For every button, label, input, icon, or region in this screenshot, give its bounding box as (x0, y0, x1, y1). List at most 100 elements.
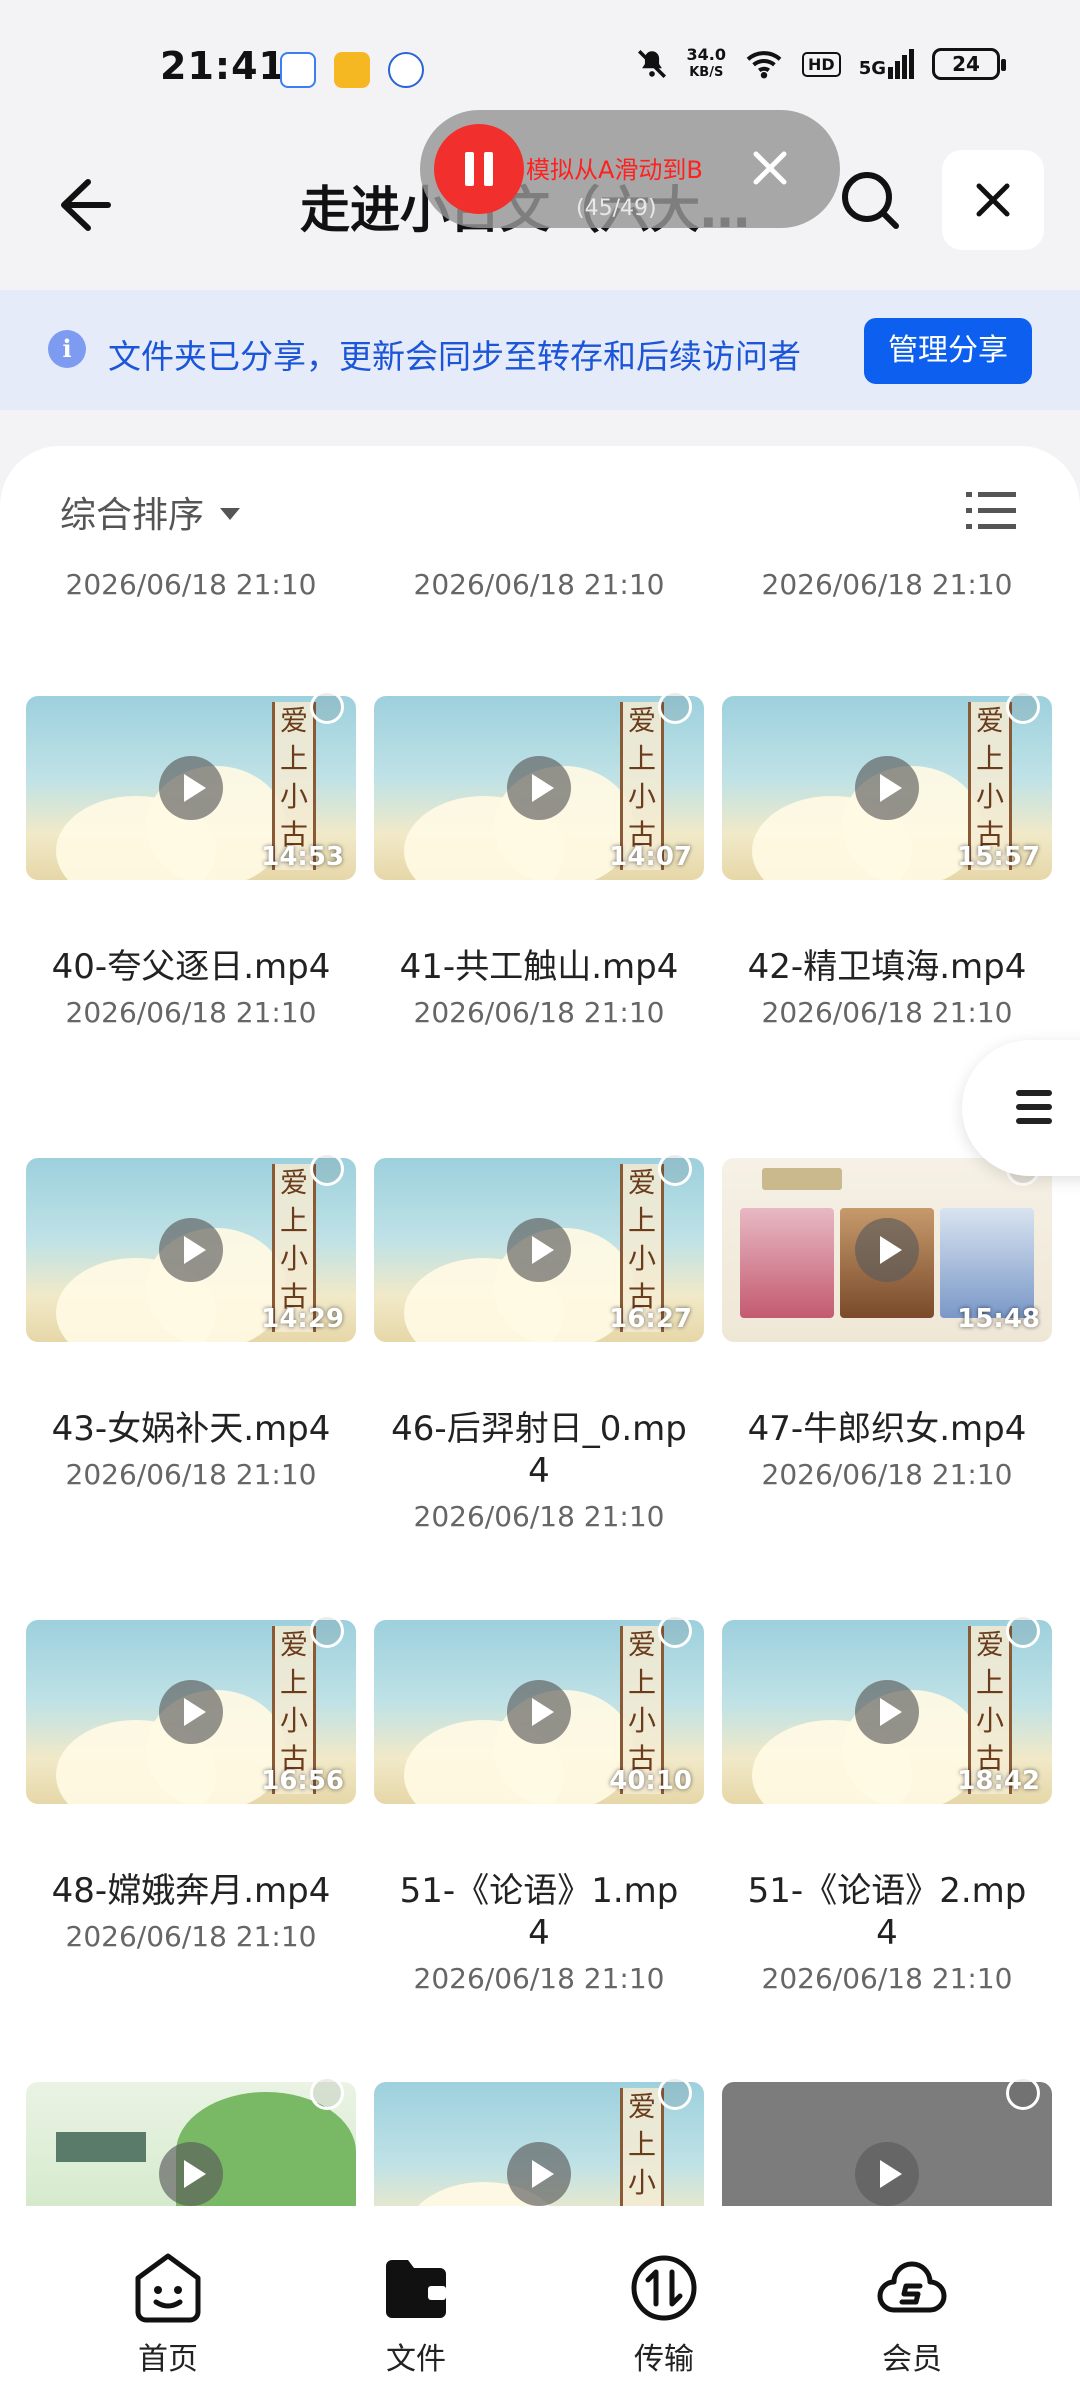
video-thumbnail: 爱上小古 40:10 (374, 1620, 704, 1804)
play-icon (507, 1218, 571, 1282)
bottom-navigation: 首页 文件 传输 会员 (0, 2206, 1080, 2400)
overlay-message: 模拟从A滑动到B (526, 156, 703, 184)
file-date: 2026/06/18 21:10 (65, 1458, 317, 1491)
network-speed-value: 34.0 (686, 45, 727, 64)
video-thumbnail: 爱上小古 14:07 (374, 696, 704, 880)
select-checkbox[interactable] (1006, 2076, 1040, 2110)
hd-badge: HD (802, 51, 841, 77)
select-checkbox[interactable] (658, 2076, 692, 2110)
video-thumbnail: 爱上小古 15:57 (722, 696, 1052, 880)
select-checkbox[interactable] (658, 1614, 692, 1648)
video-duration: 14:29 (261, 1304, 344, 1334)
search-button[interactable] (836, 166, 906, 236)
sort-label: 综合排序 (60, 495, 205, 536)
video-thumbnail: 爱上小古 14:29 (26, 1158, 356, 1342)
file-date: 2026/06/18 21:10 (413, 568, 665, 601)
share-message: 文件夹已分享，更新会同步至转存和后续访问者 (108, 337, 801, 376)
network-speed-unit: KB/S (689, 65, 724, 80)
pause-button[interactable] (434, 124, 524, 214)
video-duration: 16:56 (261, 1766, 344, 1796)
status-indicators: 34.0 KB/S HD 5G 24 (635, 46, 1006, 82)
play-icon (507, 1680, 571, 1744)
file-date: 2026/06/18 21:10 (65, 1920, 317, 1953)
video-duration: 14:53 (261, 842, 344, 872)
thumbnail-title-art: 爱上小古 (620, 2088, 664, 2206)
video-thumbnail (26, 2082, 356, 2206)
select-checkbox[interactable] (1006, 1614, 1040, 1648)
nav-files[interactable]: 文件 (346, 2250, 486, 2378)
signal-label: 5G (858, 58, 886, 79)
close-icon (976, 183, 1010, 217)
video-duration: 40:10 (609, 1766, 692, 1796)
close-button[interactable] (942, 150, 1044, 250)
select-checkbox[interactable] (658, 1152, 692, 1186)
video-thumbnail (722, 2082, 1052, 2206)
file-name: 40-夸父逐日.mp4 (51, 947, 331, 987)
mute-icon (637, 49, 666, 79)
select-checkbox[interactable] (310, 690, 344, 724)
automation-overlay: 模拟从A滑动到B (45/49) (420, 110, 840, 228)
close-icon (753, 151, 787, 185)
nav-label: 传输 (634, 2342, 694, 2377)
search-icon (842, 172, 899, 229)
cloud-vip-icon (877, 2261, 947, 2313)
network-speed: 34.0 KB/S (687, 46, 726, 82)
play-icon (855, 2142, 919, 2206)
file-name: 43-女娲补天.mp4 (51, 1409, 331, 1449)
books-app-icon (334, 52, 370, 88)
select-checkbox[interactable] (310, 1152, 344, 1186)
nav-label: 首页 (138, 2342, 198, 2377)
home-face-icon (135, 2253, 201, 2323)
file-date: 2026/06/18 21:10 (761, 996, 1013, 1029)
video-duration: 16:27 (609, 1304, 692, 1334)
select-checkbox[interactable] (310, 2076, 344, 2110)
video-thumbnail: 爱上小古 16:27 (374, 1158, 704, 1342)
play-icon (159, 756, 223, 820)
video-duration: 15:57 (957, 842, 1040, 872)
play-icon (507, 2142, 571, 2206)
play-icon (159, 1680, 223, 1744)
play-icon (855, 1680, 919, 1744)
arrow-left-icon (61, 179, 111, 231)
play-icon (507, 756, 571, 820)
caret-down-icon (220, 508, 241, 520)
file-name: 51-《论语》2.mp4 (747, 1871, 1027, 1953)
file-name: 46-后羿射日_0.mp4 (391, 1409, 687, 1491)
signal-icon: 5G (859, 49, 914, 79)
file-date: 2026/06/18 21:10 (761, 568, 1013, 601)
file-name: 48-嫦娥奔月.mp4 (51, 1871, 331, 1911)
file-date: 2026/06/18 21:10 (761, 1458, 1013, 1491)
video-thumbnail: 15:48 (722, 1158, 1052, 1342)
list-view-toggle[interactable] (966, 488, 1016, 534)
file-date: 2026/06/18 21:10 (761, 1962, 1013, 1995)
status-time: 21:41 (160, 44, 286, 88)
list-view-icon (966, 492, 1016, 529)
video-thumbnail: 爱上小古 14:53 (26, 696, 356, 880)
overlay-close-button[interactable] (740, 138, 800, 198)
nav-label: 文件 (386, 2342, 446, 2377)
file-name: 42-精卫填海.mp4 (747, 947, 1027, 987)
video-thumbnail: 爱上小古 (374, 2082, 704, 2206)
select-checkbox[interactable] (658, 690, 692, 724)
file-name: 41-共工触山.mp4 (399, 947, 679, 987)
sort-dropdown[interactable]: 综合排序 (60, 486, 241, 538)
folder-icon (386, 2260, 446, 2318)
select-checkbox[interactable] (310, 1614, 344, 1648)
share-banner: i 文件夹已分享，更新会同步至转存和后续访问者 管理分享 (0, 290, 1080, 410)
nav-vip[interactable]: 会员 (842, 2250, 982, 2378)
back-button[interactable] (48, 170, 118, 240)
play-icon (159, 1218, 223, 1282)
nav-transfer[interactable]: 传输 (594, 2250, 734, 2378)
notification-app-icon (280, 52, 316, 88)
select-checkbox[interactable] (1006, 690, 1040, 724)
file-name: 51-《论语》1.mp4 (399, 1871, 679, 1953)
nav-home[interactable]: 首页 (98, 2250, 238, 2378)
video-duration: 14:07 (609, 842, 692, 872)
file-date: 2026/06/18 21:10 (413, 1962, 665, 1995)
status-app-icons (280, 52, 424, 88)
manage-share-button[interactable]: 管理分享 (864, 318, 1032, 384)
transfer-icon (631, 2255, 697, 2321)
battery-icon: 24 (932, 48, 1006, 80)
nav-label: 会员 (882, 2342, 942, 2377)
wifi-icon (746, 51, 782, 79)
